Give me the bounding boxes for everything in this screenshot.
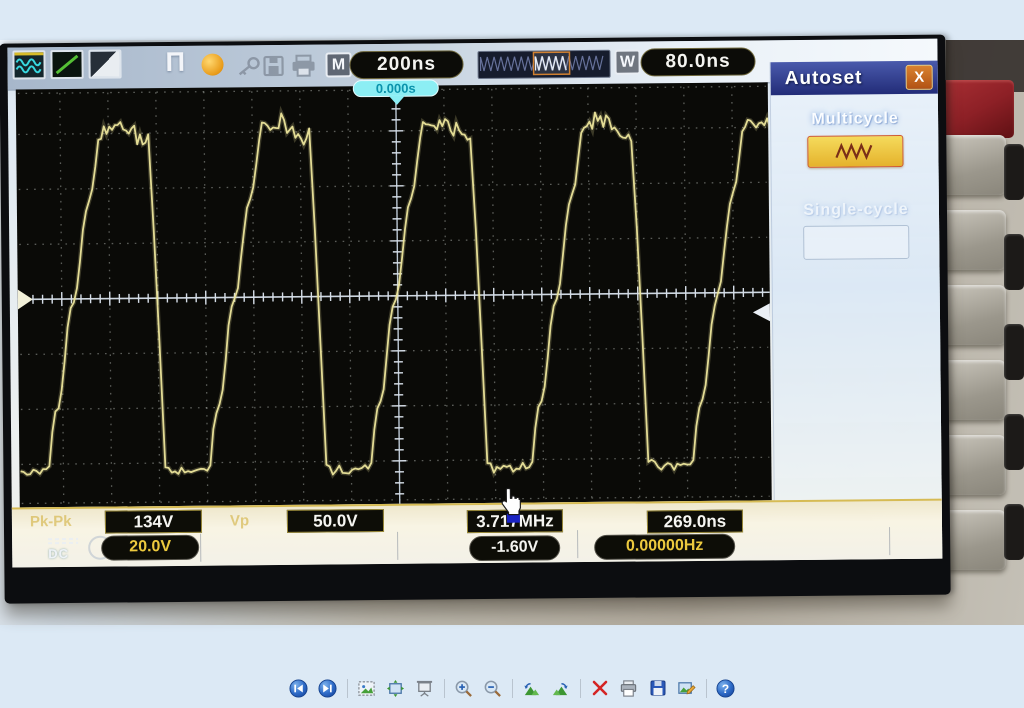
meas-pkpk-label: Pk-Pk <box>30 513 72 530</box>
help-button[interactable]: ? <box>716 678 736 698</box>
zoom-in-icon <box>454 679 473 698</box>
save-icon <box>261 54 285 78</box>
hand-cursor-icon <box>499 487 523 516</box>
actual-size-icon <box>386 679 405 698</box>
menu-item-singlecycle-label: Single-cycle <box>772 201 940 221</box>
scope-menu-button-f1 <box>940 135 1006 195</box>
delete-button[interactable] <box>590 678 610 698</box>
delete-icon <box>591 679 609 697</box>
toolbar-separator <box>580 679 581 698</box>
meas-pkpk-value: 134V <box>105 510 202 534</box>
pulse-icon: Π <box>165 47 185 77</box>
toolbar-separator <box>512 679 513 698</box>
save-button[interactable] <box>648 678 668 698</box>
divider <box>200 534 201 562</box>
divider <box>577 530 578 558</box>
scope-menu-button-f4 <box>940 360 1006 420</box>
fit-window-button[interactable] <box>357 678 377 698</box>
zoom-out-button[interactable] <box>483 678 503 698</box>
menu-item-multicycle-button[interactable] <box>807 135 903 168</box>
slideshow-button[interactable] <box>415 678 435 698</box>
print-icon <box>289 54 317 78</box>
rotate-right-button[interactable] <box>551 678 571 698</box>
slideshow-icon <box>415 679 434 698</box>
autoset-menu-header: Autoset X <box>771 61 939 96</box>
scope-knob <box>1004 504 1024 560</box>
menu-item-multicycle-label: Multicycle <box>771 110 939 130</box>
edit-image-button[interactable] <box>677 678 697 698</box>
scope-menu-button-f5 <box>940 435 1006 495</box>
next-image-button[interactable] <box>318 678 338 698</box>
key-icon <box>235 54 261 78</box>
oscilloscope-photo: Π <box>0 40 1024 625</box>
menu-item-singlecycle-button[interactable] <box>803 225 909 260</box>
main-timebase-value: 200ns <box>349 50 463 79</box>
next-image-icon <box>318 679 337 698</box>
previous-image-icon <box>289 679 308 698</box>
scope-screen: Π <box>7 39 942 568</box>
viewer-toolbar: ? <box>0 674 1024 702</box>
record-icon <box>201 53 223 75</box>
frequency-counter-value: 0.00000Hz <box>594 534 735 560</box>
actual-size-button[interactable] <box>386 678 406 698</box>
print-icon <box>619 679 638 698</box>
scope-knob <box>1004 234 1024 290</box>
toolbar-separator <box>706 679 707 698</box>
main-timebase-badge: M <box>325 52 351 77</box>
scope-lcd-bezel: Π <box>0 35 951 604</box>
trigger-position-label: 0.000s <box>353 79 439 97</box>
menu-title: Autoset <box>785 67 863 90</box>
scope-menu-button-f3 <box>940 285 1006 345</box>
svg-text:?: ? <box>722 681 729 695</box>
waveform-icon <box>12 50 45 79</box>
meas-period-value: 269.0ns <box>647 510 743 534</box>
edit-image-icon <box>677 679 696 698</box>
scope-knob <box>1004 324 1024 380</box>
display-icon <box>88 49 121 78</box>
rotate-left-icon <box>522 679 541 698</box>
slope-icon <box>50 50 83 79</box>
trigger-level-value: -1.60V <box>469 535 560 561</box>
waveform-preview-strip <box>477 50 610 79</box>
volts-per-div-value: 20.0V <box>101 535 199 561</box>
rotate-right-icon <box>551 679 570 698</box>
meas-vp-label: Vp <box>230 512 249 529</box>
scope-knob <box>1004 144 1024 200</box>
meas-vp-value: 50.0V <box>287 509 384 533</box>
scope-knob <box>1004 414 1024 470</box>
toolbar-separator <box>444 679 445 698</box>
print-button[interactable] <box>619 678 639 698</box>
rotate-left-button[interactable] <box>522 678 542 698</box>
scope-graticule: 0.000s <box>16 82 772 507</box>
multicycle-wave-icon <box>834 142 876 160</box>
window-timebase-value: 80.0ns <box>640 47 755 76</box>
close-icon[interactable]: X <box>906 65 933 90</box>
divider <box>889 527 890 555</box>
window-timebase-badge: W <box>614 49 640 74</box>
trigger-position-pointer-icon <box>389 96 405 105</box>
help-icon: ? <box>716 679 735 698</box>
dc-coupling-icon: DC <box>48 538 78 561</box>
previous-image-button[interactable] <box>289 678 309 698</box>
measurement-bar: Pk-Pk 134V Vp 50.0V 3.717MHz 269.0ns DC … <box>12 499 943 568</box>
autoset-menu: Autoset X Multicycle Single-cycle <box>770 61 943 561</box>
screenshot-root: Π <box>0 0 1024 708</box>
toolbar-separator <box>347 679 348 698</box>
zoom-in-button[interactable] <box>454 678 474 698</box>
zoom-out-icon <box>483 679 502 698</box>
scope-menu-button-f2 <box>940 210 1006 270</box>
save-icon <box>649 679 667 697</box>
divider <box>397 532 398 560</box>
fit-window-icon <box>357 679 376 698</box>
